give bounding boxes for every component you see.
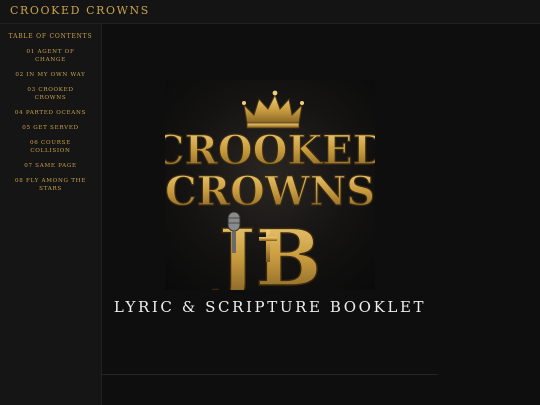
- toc-heading: TABLE OF CONTENTS: [8, 33, 93, 40]
- toc-item-crooked-crowns[interactable]: 03 CROOKED CROWNS: [12, 86, 89, 102]
- toc-item-in-my-own-way[interactable]: 02 IN MY OWN WAY: [12, 71, 89, 79]
- app-window: CROOKED CROWNS TABLE OF CONTENTS 01 AGEN…: [0, 0, 540, 405]
- toc-list: 01 AGENT OF CHANGE 02 IN MY OWN WAY 03 C…: [0, 48, 101, 193]
- toc-item-fly-among-the-stars[interactable]: 08 FLY AMONG THE STARS: [12, 177, 89, 193]
- top-bar: CROOKED CROWNS: [0, 0, 540, 24]
- toc-item-parted-oceans[interactable]: 04 PARTED OCEANS: [12, 109, 89, 117]
- toc-item-course-collision[interactable]: 06 COURSE COLLISION: [12, 139, 89, 155]
- sidebar: TABLE OF CONTENTS 01 AGENT OF CHANGE 02 …: [0, 24, 102, 405]
- cover-title-line-1: CROOKED: [165, 127, 375, 174]
- site-title-link[interactable]: CROOKED CROWNS: [10, 4, 150, 17]
- toc-item-same-page[interactable]: 07 SAME PAGE: [12, 162, 89, 170]
- album-cover-art: CROOKED CROWNS JB: [165, 90, 375, 290]
- booklet-title: LYRIC & SCRIPTURE BOOKLET: [113, 298, 427, 316]
- toc-item-get-served[interactable]: 05 GET SERVED: [12, 124, 89, 132]
- album-cover-image: CROOKED CROWNS JB: [165, 80, 375, 290]
- divider: [102, 374, 438, 375]
- crown-icon: [242, 90, 304, 129]
- toc-item-agent-of-change[interactable]: 01 AGENT OF CHANGE: [12, 48, 89, 64]
- main-content: CROOKED CROWNS JB LYRIC & SCRIPTURE BOOK…: [102, 24, 540, 405]
- cover-title-line-2: CROWNS: [165, 168, 375, 215]
